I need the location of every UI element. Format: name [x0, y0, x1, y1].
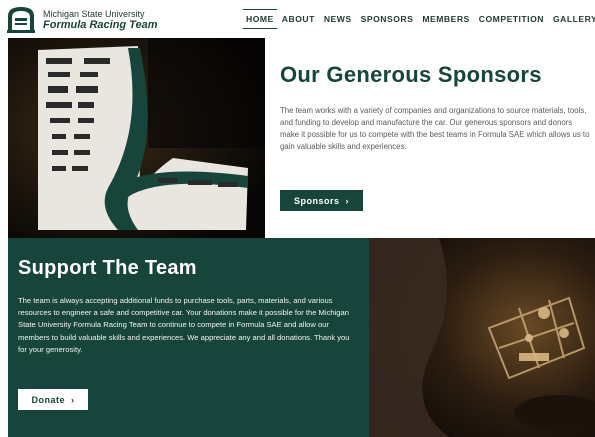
race-car-illustration — [369, 238, 595, 437]
university-name: Michigan State University — [43, 9, 145, 19]
donate-button[interactable]: Donate › — [18, 389, 88, 410]
site-header: Michigan State University Formula Racing… — [0, 0, 595, 37]
chevron-right-icon: › — [345, 195, 349, 206]
msu-logo-icon[interactable] — [5, 4, 37, 34]
sponsors-button-label: Sponsors — [293, 195, 340, 206]
donate-button-label: Donate — [31, 394, 65, 405]
support-heading: Support The Team — [18, 257, 197, 279]
nav-gallery[interactable]: GALLERY — [549, 11, 595, 27]
nav-members[interactable]: MEMBERS — [418, 11, 473, 27]
chevron-right-icon: › — [71, 394, 75, 405]
sponsor-banner-photo — [8, 38, 265, 238]
race-car-photo — [369, 238, 595, 437]
nav-competition[interactable]: COMPETITION — [475, 11, 548, 27]
team-name: Formula Racing Team — [43, 19, 158, 31]
support-description: The team is always accepting additional … — [18, 296, 350, 354]
main-nav: HOME ABOUT NEWS SPONSORS MEMBERS COMPETI… — [243, 0, 595, 37]
sponsors-description: The team works with a variety of compani… — [280, 106, 590, 151]
sponsors-content: Our Generous Sponsors The team works wit… — [280, 62, 590, 153]
nav-home[interactable]: HOME — [243, 8, 277, 29]
sponsors-heading: Our Generous Sponsors — [280, 62, 542, 87]
nav-sponsors[interactable]: SPONSORS — [357, 11, 418, 27]
sponsor-banner-illustration — [8, 38, 265, 238]
site-brand[interactable]: Michigan State University Formula Racing… — [43, 9, 158, 31]
nav-about[interactable]: ABOUT — [278, 11, 319, 27]
sponsors-button[interactable]: Sponsors › — [280, 190, 363, 211]
nav-news[interactable]: NEWS — [320, 11, 356, 27]
